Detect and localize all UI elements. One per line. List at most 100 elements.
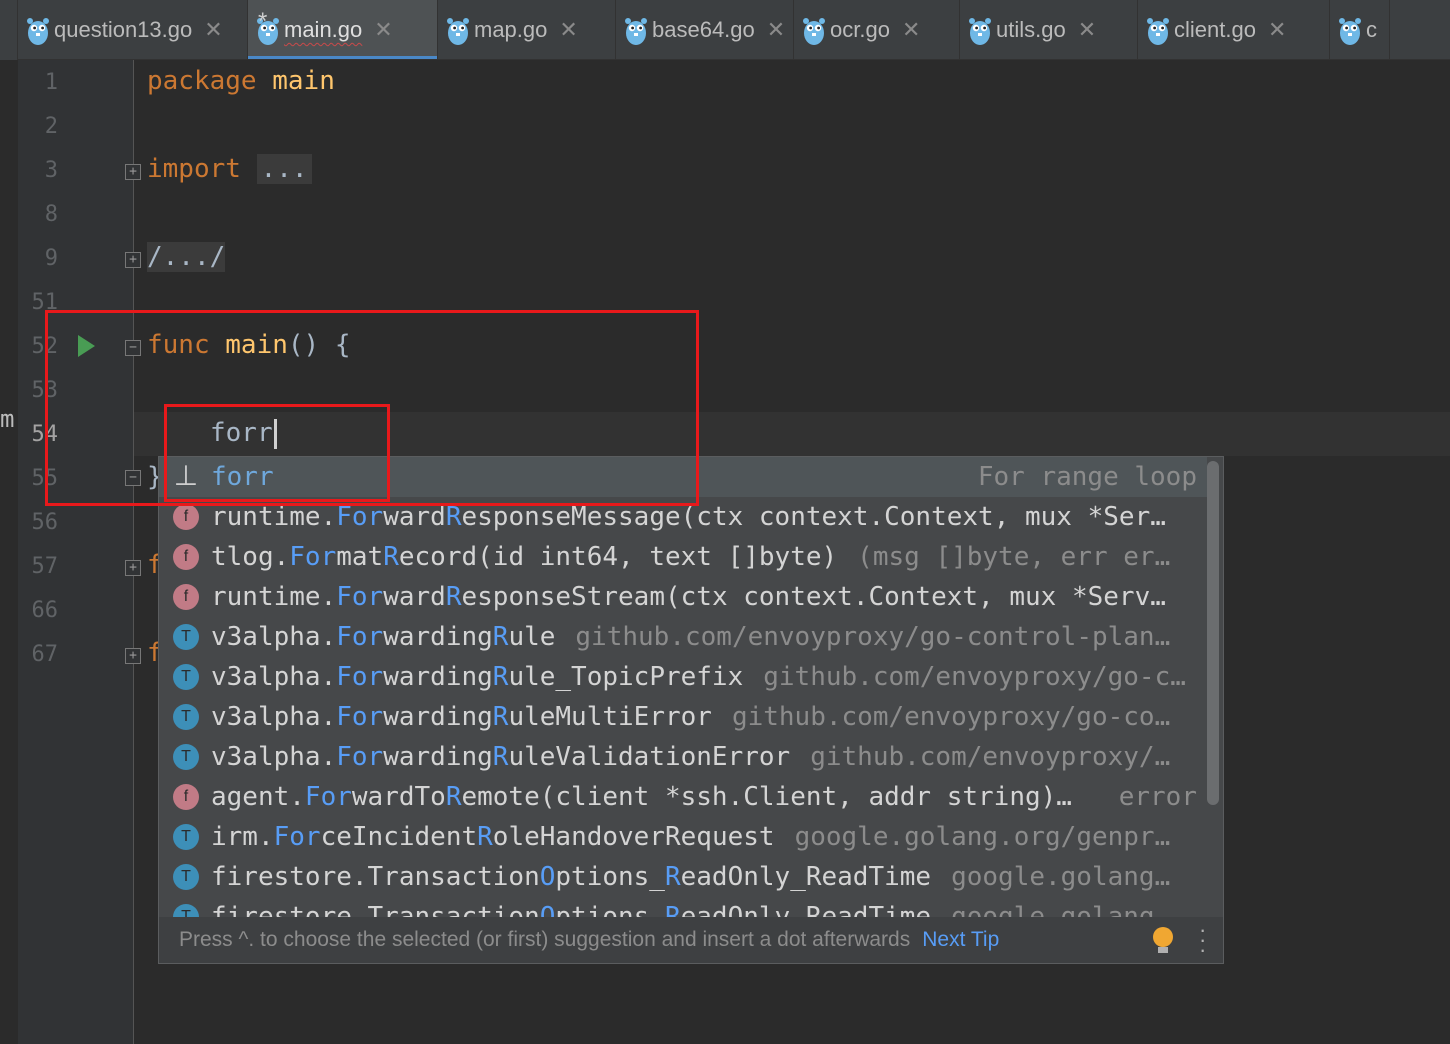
completion-prefix: runtime. xyxy=(211,502,337,532)
close-icon[interactable]: ✕ xyxy=(1268,17,1286,43)
completion-match: For xyxy=(336,702,384,732)
gopher-icon xyxy=(1339,18,1361,45)
fold-expand-icon[interactable]: + xyxy=(125,648,141,664)
completion-scrollbar[interactable] xyxy=(1207,461,1219,805)
completion-prefix: v3alpha. xyxy=(211,702,337,732)
completion-item[interactable]: Tv3alpha.ForwardingRule github.com/envoyp… xyxy=(159,617,1207,657)
tab-label: client.go xyxy=(1174,17,1256,42)
completion-item-label: irm.ForceIncidentRoleHandoverRequest xyxy=(211,822,775,852)
folded-imports[interactable]: ... xyxy=(256,154,312,184)
close-icon[interactable]: ✕ xyxy=(374,17,392,43)
completion-match: For xyxy=(304,782,352,812)
fold-expand-icon[interactable]: + xyxy=(125,164,141,180)
completion-item[interactable]: f tlog.FormatRecord(id int64, text []byte… xyxy=(159,537,1207,577)
completion-item-detail: error xyxy=(1118,782,1197,812)
completion-item-label: v3alpha.ForwardingRuleMultiError xyxy=(211,702,712,732)
completion-middle: warding xyxy=(383,702,493,732)
gopher-icon xyxy=(27,18,49,45)
completion-match: For xyxy=(273,822,321,852)
fold-expand-icon[interactable]: + xyxy=(125,252,141,268)
completion-match: R xyxy=(445,582,462,612)
line-number: 57 xyxy=(31,554,59,579)
completion-item-detail: github.com/envoyproxy/go-co… xyxy=(731,702,1171,732)
tab-map-go[interactable]: map.go ✕ xyxy=(438,0,616,59)
completion-prefix: firestore.Transaction xyxy=(211,902,540,917)
close-icon[interactable]: ✕ xyxy=(767,17,785,43)
tab-utils-go[interactable]: utils.go ✕ xyxy=(960,0,1138,59)
code-line-1[interactable]: package main xyxy=(147,66,335,96)
folded-comment[interactable]: /.../ xyxy=(147,242,226,272)
modified-marker: * xyxy=(258,8,268,35)
type-icon: T xyxy=(173,664,199,690)
line-number: 66 xyxy=(31,598,59,623)
completion-match: R xyxy=(492,742,509,772)
completion-item[interactable]: Tfirestore.TransactionOptions_ReadOnly_R… xyxy=(159,897,1207,917)
completion-middle: wardTo xyxy=(351,782,446,812)
completion-prefix: firestore.Transaction xyxy=(211,862,540,892)
line-number: 2 xyxy=(44,114,58,139)
completion-suffix: oleHandoverRequest xyxy=(492,822,775,852)
completion-match: R xyxy=(492,622,509,652)
completion-match: R xyxy=(492,662,509,692)
completion-match: For xyxy=(289,542,337,572)
completion-item-label: agent.ForwardToRemote(client *ssh.Client… xyxy=(211,782,1072,812)
annotation-box-inner xyxy=(164,404,390,502)
tab-label: ocr.go xyxy=(830,17,890,42)
completion-suffix: ecord(id int64, text []byte) xyxy=(398,542,838,572)
more-options-icon[interactable]: · · · xyxy=(1199,919,1207,961)
tab-main-go[interactable]: * main.go ✕ xyxy=(248,0,438,59)
tab-question13-go[interactable]: question13.go ✕ xyxy=(18,0,248,59)
completion-item[interactable]: Tv3alpha.ForwardingRuleMultiError github.… xyxy=(159,697,1207,737)
close-icon[interactable]: ✕ xyxy=(902,17,920,43)
completion-item-detail: github.com/envoyproxy/go-control-plan… xyxy=(575,622,1171,652)
close-icon[interactable]: ✕ xyxy=(204,17,222,43)
completion-match: R xyxy=(445,502,462,532)
type-icon: T xyxy=(173,624,199,650)
line-number: 1 xyxy=(44,70,58,95)
completion-suffix: eadOnly_ReadTime xyxy=(680,902,932,917)
tab-c[interactable]: c xyxy=(1330,0,1390,59)
completion-prefix: v3alpha. xyxy=(211,662,337,692)
completion-prefix: agent. xyxy=(211,782,305,812)
code-line-3[interactable]: import ... xyxy=(147,154,312,184)
completion-item[interactable]: f agent.ForwardToRemote(client *ssh.Clien… xyxy=(159,777,1207,817)
completion-match: R xyxy=(445,782,462,812)
tool-window-edge: m xyxy=(0,60,18,1044)
completion-suffix: eadOnly_ReadTime xyxy=(680,862,932,892)
completion-match: For xyxy=(336,502,384,532)
completion-item[interactable]: Tirm.ForceIncidentRoleHandoverRequest goo… xyxy=(159,817,1207,857)
completion-match: For xyxy=(336,582,384,612)
completion-footer: Press ^. to choose the selected (or firs… xyxy=(159,917,1223,963)
completion-middle: ward xyxy=(383,582,446,612)
tab-ocr-go[interactable]: ocr.go ✕ xyxy=(794,0,960,59)
completion-match: R xyxy=(477,822,493,852)
tab-client-go[interactable]: client.go ✕ xyxy=(1138,0,1330,59)
close-icon[interactable]: ✕ xyxy=(559,17,577,43)
completion-suffix: ule xyxy=(508,622,556,652)
completion-item[interactable]: Tv3alpha.ForwardingRule_TopicPrefix githu… xyxy=(159,657,1207,697)
tabbar-left-edge xyxy=(0,0,18,60)
function-icon: f xyxy=(173,784,199,810)
completion-item-label: v3alpha.ForwardingRule_TopicPrefix xyxy=(211,662,743,692)
completion-suffix: esponseStream(ctx context.Context, mux *… xyxy=(461,582,1166,612)
completion-prefix: v3alpha. xyxy=(211,622,337,652)
code-line-9[interactable]: /.../ xyxy=(147,242,226,272)
function-icon: f xyxy=(173,584,199,610)
lightbulb-icon[interactable] xyxy=(1153,927,1173,953)
tab-base64-go[interactable]: base64.go ✕ xyxy=(616,0,794,59)
line-number: 9 xyxy=(44,246,58,271)
fold-expand-icon[interactable]: + xyxy=(125,560,141,576)
completion-item[interactable]: Tfirestore.TransactionOptions_ReadOnly_R… xyxy=(159,857,1207,897)
completion-middle: ptions_ xyxy=(555,902,665,917)
completion-suffix: uleValidationError xyxy=(508,742,791,772)
line-number: 3 xyxy=(44,158,58,183)
close-icon[interactable]: ✕ xyxy=(1078,17,1096,43)
next-tip-link[interactable]: Next Tip xyxy=(922,928,999,952)
tab-label: base64.go xyxy=(652,17,755,42)
completion-item[interactable]: Tv3alpha.ForwardingRuleValidationError gi… xyxy=(159,737,1207,777)
completion-item[interactable]: f runtime.ForwardResponseStream(ctx conte… xyxy=(159,577,1207,617)
function-icon: f xyxy=(173,544,199,570)
completion-prefix: v3alpha. xyxy=(211,742,337,772)
completion-item-label: tlog.FormatRecord(id int64, text []byte) xyxy=(211,542,837,572)
completion-match: O xyxy=(539,862,556,892)
